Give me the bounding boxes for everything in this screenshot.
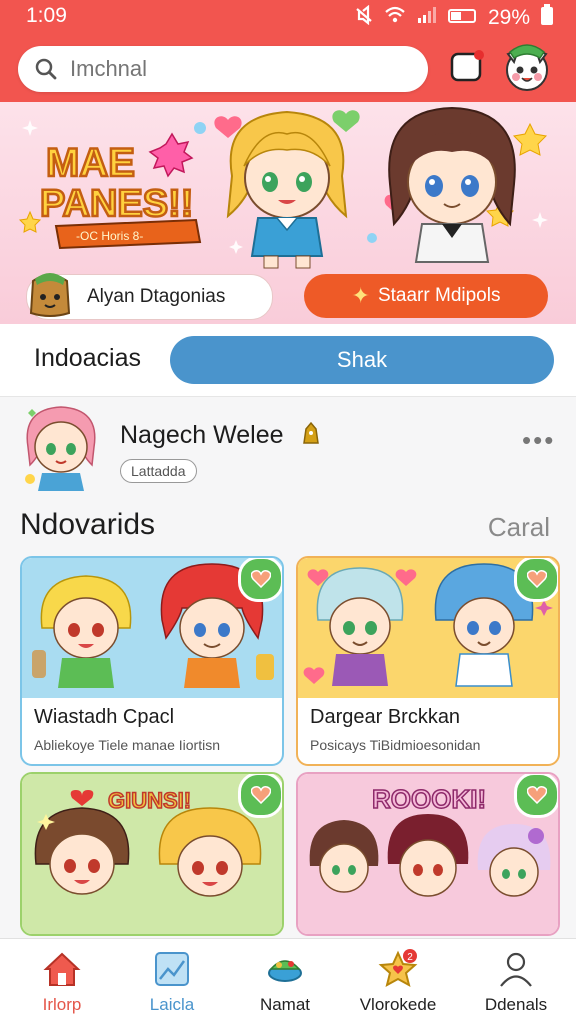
heart-icon — [251, 570, 271, 588]
profile-row[interactable]: Nagech Welee Lattadda ••• — [0, 396, 576, 497]
bowl-icon — [268, 960, 302, 982]
star-icon: 2 — [378, 949, 418, 987]
card-1[interactable]: Wiastadh Cpacl Abliekoye Tiele manae Iio… — [20, 556, 284, 766]
banner-button-right[interactable]: ✦ Staarr Mdipols — [304, 274, 548, 318]
logo-ribbon-text: -OC Horis 8- — [76, 229, 143, 243]
battery-icon — [540, 4, 554, 32]
card-title: Wiastadh Cpacl — [34, 706, 175, 728]
heart-icon — [527, 786, 547, 804]
card-4-banner-text: ROOOKI! — [372, 784, 486, 814]
search-bar[interactable] — [18, 46, 428, 92]
profile-badge: Lattadda — [120, 459, 197, 483]
card-2-art — [298, 558, 558, 698]
profile-name: Nagech Welee — [120, 421, 284, 449]
tab-right-label: Shak — [336, 347, 388, 372]
banner-button-right-label: Staarr Mdipols — [377, 285, 501, 306]
user-avatar[interactable] — [500, 40, 554, 94]
section-title: Ndovarids — [20, 508, 156, 541]
banner-logo: MAE PANES!! -OC Horis 8- — [36, 124, 216, 254]
card-2[interactable]: Dargear Brckkan Posicays TiBidmioesonida… — [296, 556, 560, 766]
nav-label: Irlorp — [42, 995, 82, 1014]
bottom-nav: Irlorp Laicla Namat 2 Vlorokede Ddenals — [0, 938, 576, 1025]
nav-label: Namat — [259, 995, 311, 1014]
cat-mascot-icon — [506, 44, 548, 91]
message-icon — [450, 50, 484, 82]
nav-item-home[interactable]: Irlorp — [12, 949, 112, 1015]
bag-mascot-icon — [29, 273, 71, 317]
nav-item-bowl[interactable]: Namat — [235, 949, 335, 1015]
logo-line2: PANES!! — [40, 183, 193, 225]
card-subtitle: Posicays TiBidmioesonidan — [310, 737, 481, 753]
favorite-button[interactable] — [514, 558, 558, 602]
wifi-icon — [384, 6, 406, 30]
more-options-icon[interactable]: ••• — [522, 425, 555, 456]
nav-item-profile[interactable]: Ddenals — [466, 949, 566, 1015]
chibi-character-blonde — [226, 110, 348, 269]
card-3[interactable]: GIUNSI! — [20, 772, 284, 936]
card-3-banner-text: GIUNSI! — [108, 788, 191, 813]
person-icon — [500, 952, 532, 987]
tab-left[interactable]: Indoacias — [34, 344, 141, 373]
search-icon — [35, 58, 57, 80]
promo-banner[interactable]: MAE PANES!! -OC Horis 8- Alyan Dtagonias… — [0, 102, 576, 324]
favorite-button[interactable] — [238, 558, 282, 602]
battery-percent: 29% — [487, 6, 530, 29]
crown-icon — [303, 421, 319, 444]
logo-line1: MAE — [46, 141, 135, 185]
profile-avatar — [25, 406, 96, 491]
chibi-character-brunette — [388, 106, 516, 263]
card-subtitle: Abliekoye Tiele manae Iiortisn — [34, 737, 220, 753]
battery-outline-icon — [447, 6, 478, 30]
card-3-art: GIUNSI! — [22, 774, 282, 934]
tab-right[interactable]: Shak — [170, 336, 554, 384]
nav-label: Laicla — [149, 995, 195, 1014]
search-input[interactable] — [68, 55, 412, 83]
chart-icon — [155, 952, 189, 986]
card-4[interactable]: ROOOKI! — [296, 772, 560, 936]
status-bar: 1:09 29% — [0, 0, 576, 34]
banner-button-left[interactable]: Alyan Dtagonias — [26, 273, 273, 320]
nav-item-star[interactable]: 2 Vlorokede — [348, 949, 448, 1015]
nav-badge: 2 — [407, 952, 413, 963]
heart-icon — [251, 786, 271, 804]
tab-bar: Indoacias Shak — [0, 324, 576, 396]
heart-icon — [527, 570, 547, 588]
sparkle-icon: ✦ — [351, 283, 370, 308]
status-time: 1:09 — [26, 4, 67, 27]
card-1-art — [22, 558, 282, 698]
mute-icon — [354, 4, 374, 31]
home-icon — [43, 952, 81, 986]
notification-button[interactable] — [448, 48, 486, 86]
favorite-button[interactable] — [238, 774, 282, 818]
banner-button-left-label: Alyan Dtagonias — [87, 286, 226, 307]
favorite-button[interactable] — [514, 774, 558, 818]
section-link[interactable]: Caral — [488, 512, 550, 543]
nav-item-chart[interactable]: Laicla — [122, 949, 222, 1015]
card-title: Dargear Brckkan — [310, 706, 461, 728]
nav-label: Ddenals — [484, 995, 548, 1014]
card-4-art: ROOOKI! — [298, 774, 558, 934]
signal-icon — [416, 6, 438, 30]
nav-label: Vlorokede — [359, 995, 437, 1014]
top-bar — [0, 34, 576, 102]
